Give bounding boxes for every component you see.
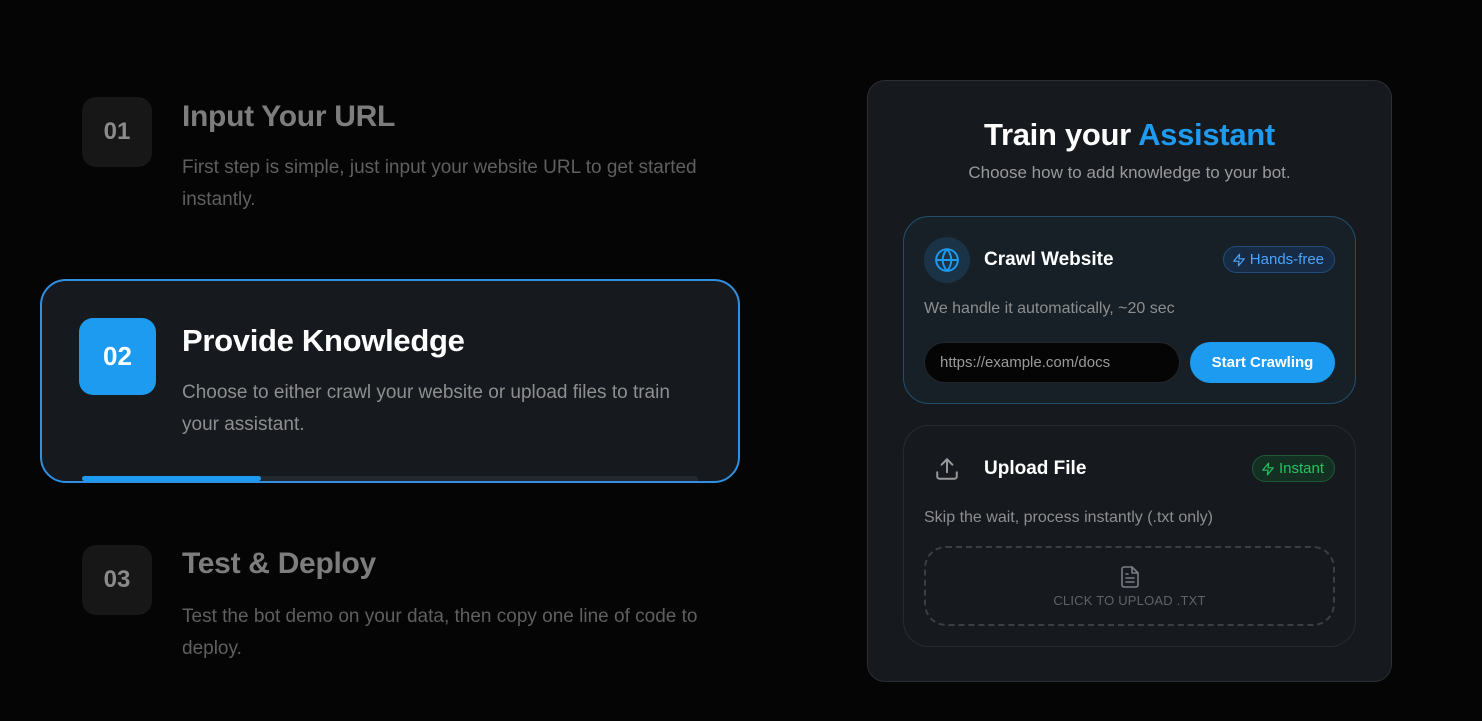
globe-icon bbox=[924, 237, 970, 283]
crawl-website-title: Crawl Website bbox=[984, 249, 1114, 270]
step-number: 01 bbox=[82, 97, 152, 167]
step-description: Choose to either crawl your website or u… bbox=[182, 382, 670, 435]
how-it-works-section: 01 Input Your URL First step is simple, … bbox=[0, 0, 1482, 721]
step-title: Input Your URL bbox=[182, 100, 395, 133]
step-title: Test & Deploy bbox=[182, 547, 376, 580]
train-assistant-card: Train your Assistant Choose how to add k… bbox=[867, 80, 1392, 682]
dropzone-label: CLICK TO UPLOAD .TXT bbox=[1053, 592, 1206, 608]
lightning-icon bbox=[1232, 253, 1245, 266]
step-progress-bar bbox=[82, 476, 698, 481]
crawl-website-option[interactable]: Crawl Website Hands-free We handle it au… bbox=[903, 216, 1356, 404]
step-progress-fill bbox=[82, 476, 261, 481]
crawl-description: We handle it automatically, ~20 sec bbox=[924, 300, 1175, 317]
hands-free-badge: Hands-free bbox=[1222, 246, 1335, 273]
upload-icon bbox=[924, 446, 970, 492]
card-title: Train your Assistant bbox=[868, 117, 1391, 153]
step-1[interactable]: 01 Input Your URL First step is simple, … bbox=[40, 96, 740, 226]
badge-label: Hands-free bbox=[1249, 251, 1324, 268]
instant-badge: Instant bbox=[1251, 455, 1335, 482]
step-number: 02 bbox=[79, 318, 156, 395]
step-number: 03 bbox=[82, 545, 152, 615]
step-3[interactable]: 03 Test & Deploy Test the bot demo on yo… bbox=[40, 545, 740, 675]
card-title-prefix: Train your bbox=[984, 117, 1139, 152]
step-description: Test the bot demo on your data, then cop… bbox=[182, 606, 698, 659]
start-crawling-button[interactable]: Start Crawling bbox=[1190, 342, 1335, 383]
step-description: First step is simple, just input your we… bbox=[182, 157, 697, 210]
file-dropzone[interactable]: CLICK TO UPLOAD .TXT bbox=[924, 546, 1335, 626]
card-subtitle: Choose how to add knowledge to your bot. bbox=[968, 163, 1291, 182]
upload-description: Skip the wait, process instantly (.txt o… bbox=[924, 509, 1213, 526]
website-url-input[interactable] bbox=[924, 342, 1180, 383]
lightning-icon bbox=[1262, 462, 1274, 475]
badge-label: Instant bbox=[1278, 460, 1324, 477]
card-title-accent: Assistant bbox=[1138, 117, 1275, 152]
upload-file-option[interactable]: Upload File Instant Skip the wait, proce… bbox=[903, 425, 1356, 647]
upload-file-title: Upload File bbox=[984, 458, 1087, 479]
step-2-active[interactable]: 02 Provide Knowledge Choose to either cr… bbox=[40, 279, 740, 483]
step-title: Provide Knowledge bbox=[182, 323, 465, 358]
file-icon bbox=[1120, 565, 1139, 588]
